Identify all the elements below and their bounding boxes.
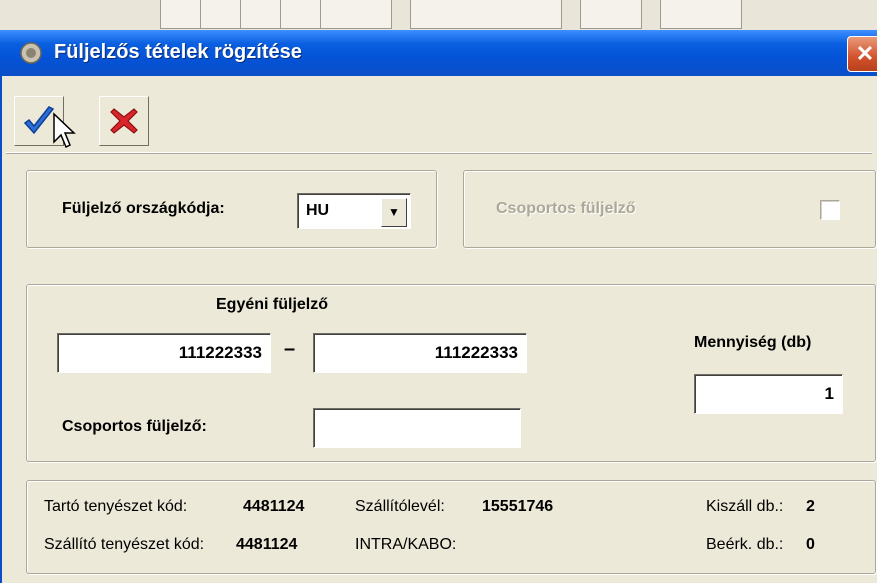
ear-tag-from-input[interactable]: 111222333 xyxy=(57,333,271,373)
window-title: Füljelzős tételek rögzítése xyxy=(54,41,302,63)
shipped-value: 2 xyxy=(806,498,815,515)
keeper-value: 4481124 xyxy=(243,498,305,515)
app-icon xyxy=(20,42,42,64)
bg-nav-prev-button[interactable] xyxy=(200,0,242,29)
country-select[interactable]: HU ▼ xyxy=(297,193,411,229)
quantity-label: Mennyiség (db) xyxy=(694,334,812,351)
bg-nav-last-button[interactable] xyxy=(280,0,322,29)
bg-nav-next-button[interactable] xyxy=(240,0,282,29)
supplier-value: 4481124 xyxy=(236,536,298,553)
bg-refresh-button[interactable] xyxy=(320,0,392,29)
chevron-down-icon[interactable]: ▼ xyxy=(381,198,407,227)
country-value: HU xyxy=(306,202,330,219)
bg-remove-button[interactable] xyxy=(580,0,642,29)
quantity-input[interactable]: 1 xyxy=(694,374,843,414)
supplier-label: Szállító tenyészet kód: xyxy=(44,536,205,553)
background-toolbar xyxy=(0,0,877,30)
info-panel xyxy=(26,480,876,574)
intra-label: INTRA/KABO: xyxy=(355,536,457,553)
country-label: Füljelző országkódja: xyxy=(62,200,225,217)
cancel-button[interactable] xyxy=(99,96,149,146)
close-button[interactable]: ✕ xyxy=(847,36,877,72)
ear-tag-heading: Egyéni füljelző xyxy=(216,296,329,313)
waybill-value: 15551746 xyxy=(482,498,554,515)
red-x-icon xyxy=(110,108,138,134)
range-separator: – xyxy=(284,338,296,360)
received-value: 0 xyxy=(806,536,815,553)
bg-add-button[interactable] xyxy=(410,0,562,29)
group-tag-checkbox[interactable] xyxy=(820,200,840,220)
bg-nav-first-button[interactable] xyxy=(160,0,202,29)
group-ear-input[interactable] xyxy=(313,408,521,448)
waybill-label: Szállítólevél: xyxy=(355,498,445,515)
bg-delete-button[interactable] xyxy=(660,0,742,29)
received-label: Beérk. db.: xyxy=(706,536,784,553)
group-tag-label: Csoportos füljelző xyxy=(496,200,636,217)
ear-tag-to-input[interactable]: 111222333 xyxy=(313,333,527,373)
keeper-label: Tartó tenyészet kód: xyxy=(44,498,188,515)
mouse-cursor xyxy=(53,112,76,149)
group-ear-label: Csoportos füljelző: xyxy=(62,418,207,435)
shipped-label: Kiszáll db.: xyxy=(706,498,784,515)
